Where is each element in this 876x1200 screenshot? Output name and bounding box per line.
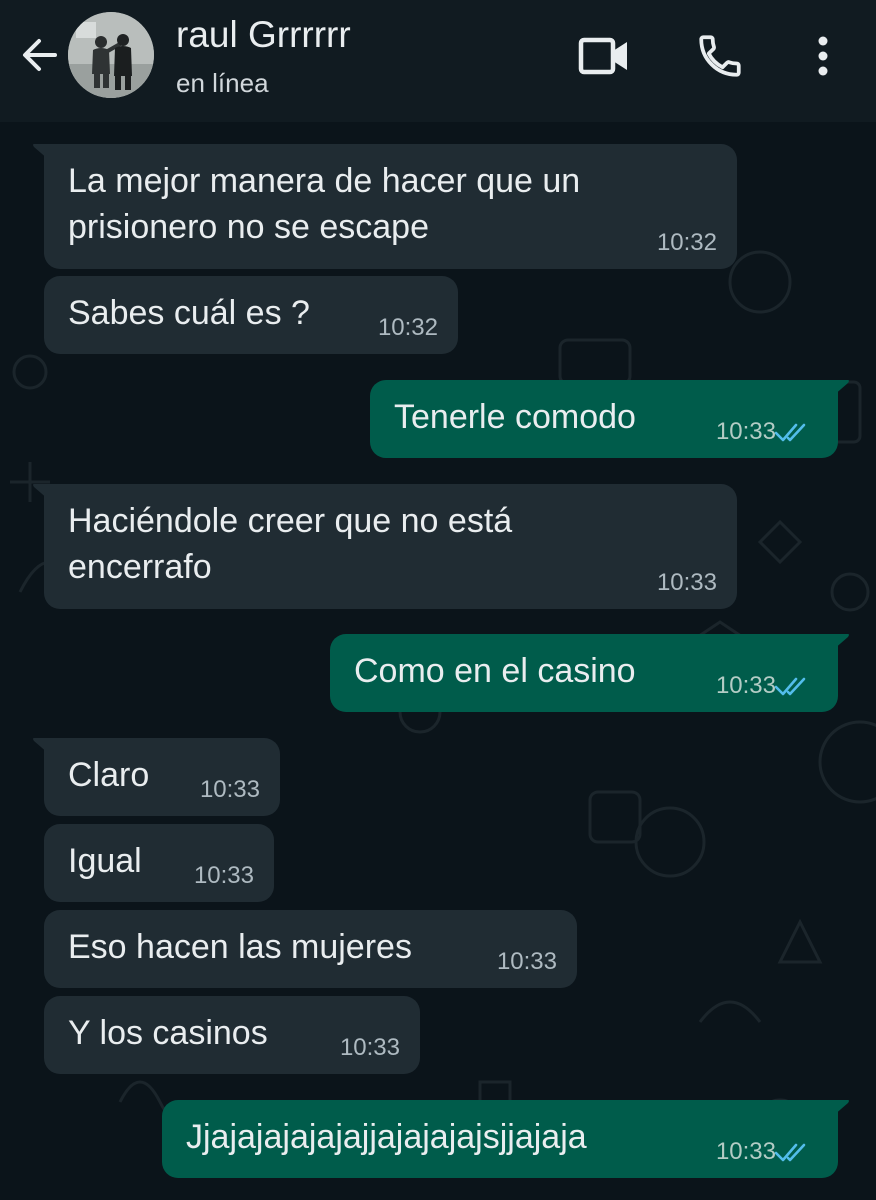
contact-status: en línea [176,68,269,98]
chat-area[interactable]: La mejor manera de hacer que un prisioner… [0,122,876,1200]
incoming-message-bubble[interactable]: La mejor manera de hacer que un prisioner… [33,144,737,269]
message-line: Como en el casino [354,652,636,690]
more-options-button[interactable] [806,30,840,82]
arrow-left-icon [23,39,57,71]
double-check-icon [774,423,806,442]
message-timestamp: 10:33 [199,776,260,803]
message-timestamp: 10:32 [377,314,438,341]
outgoing-message-bubble[interactable]: Tenerle comodo 10:33 [370,380,849,458]
bubble-tail [826,1100,849,1122]
message-text: Tenerle comodo [394,394,636,440]
message-text: Haciéndole creer que no está encerrafo [68,498,512,590]
incoming-message-bubble[interactable]: Sabes cuál es ? 10:32 [44,276,458,354]
message-timestamp: 10:33 [496,948,557,975]
message-timestamp: 10:33 [715,418,776,445]
message-text: Igual [68,838,142,884]
message-text: Sabes cuál es ? [68,290,310,336]
message-line: Claro [68,756,150,794]
contact-name[interactable]: raul Grrrrrr [176,14,351,56]
outgoing-message-bubble[interactable]: Jjajajajajajajjajajajajsjjajaja 10:33 [162,1100,849,1178]
message-line: Eso hacen las mujeres [68,928,412,966]
message-line: Tenerle comodo [394,398,636,436]
message-line: Sabes cuál es ? [68,294,310,332]
message-text: Como en el casino [354,648,636,694]
avatar-photo [68,12,154,98]
message-timestamp: 10:33 [715,1138,776,1165]
message-timestamp: 10:33 [656,569,717,596]
bubble-tail [826,380,849,402]
message-line: prisionero no se escape [68,208,430,246]
message-timestamp: 10:32 [656,229,717,256]
incoming-message-bubble[interactable]: Igual 10:33 [44,824,274,902]
incoming-message-bubble[interactable]: Haciéndole creer que no está encerrafo 10:… [33,484,737,609]
voice-call-button[interactable] [690,30,750,82]
outgoing-message-bubble[interactable]: Como en el casino 10:33 [330,634,849,712]
avatar[interactable] [68,12,154,98]
message-text: La mejor manera de hacer que un prisioner… [68,158,580,250]
message-line: encerrafo [68,548,212,586]
message-timestamp: 10:33 [715,672,776,699]
bubble-tail [33,484,56,506]
phone-icon [699,35,741,77]
message-line: La mejor manera de hacer que un [68,162,581,200]
video-call-button[interactable] [574,30,636,82]
chat-header: raul Grrrrrr en línea [0,0,876,122]
back-button[interactable] [14,30,64,80]
message-text: Claro [68,752,149,798]
message-timestamp: 10:33 [339,1034,400,1061]
message-text: Eso hacen las mujeres [68,924,412,970]
message-line: Igual [68,842,142,880]
message-text: Jjajajajajajajjajajajajsjjajaja [186,1114,587,1160]
double-check-icon [774,677,806,696]
incoming-message-bubble[interactable]: Claro 10:33 [33,738,280,816]
more-vertical-icon [818,36,828,76]
bubble-tail [826,634,849,656]
message-line: Haciéndole creer que no está [68,502,513,540]
incoming-message-bubble[interactable]: Eso hacen las mujeres 10:33 [44,910,577,988]
message-line: Y los casinos [68,1014,268,1052]
video-camera-icon [578,37,627,75]
message-timestamp: 10:33 [193,862,254,889]
bubble-tail [33,738,56,760]
double-check-icon [774,1143,806,1162]
incoming-message-bubble[interactable]: Y los casinos 10:33 [44,996,420,1074]
message-text: Y los casinos [68,1010,268,1056]
message-line: Jjajajajajajajjajajajajsjjajaja [186,1118,587,1156]
bubble-tail [33,144,56,166]
